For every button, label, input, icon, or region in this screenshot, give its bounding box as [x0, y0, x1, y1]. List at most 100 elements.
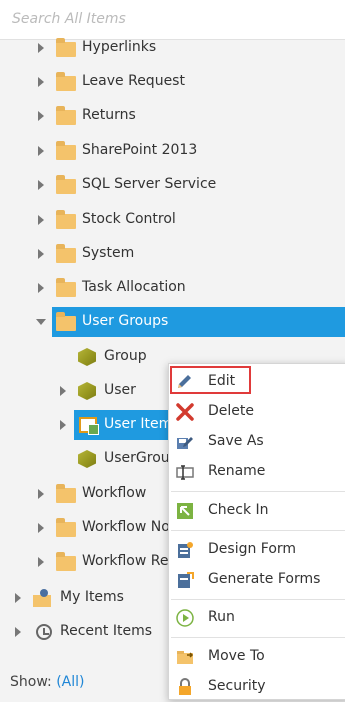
show-label: Show:	[10, 674, 52, 690]
expand-arrow-icon[interactable]	[38, 111, 44, 121]
tree-item-group[interactable]: Group	[0, 342, 168, 372]
expand-arrow-icon[interactable]	[60, 420, 66, 430]
expand-arrow-icon[interactable]	[38, 77, 44, 87]
run-icon	[176, 609, 194, 627]
menu-item-label: Delete	[208, 403, 254, 419]
folder-icon	[56, 38, 76, 57]
expand-arrow-icon[interactable]	[38, 43, 44, 53]
folder-icon	[56, 141, 76, 160]
collapse-arrow-icon[interactable]	[36, 319, 46, 325]
tree-item-label: Stock Control	[82, 211, 176, 227]
tree-item-sharepoint-2013[interactable]: SharePoint 2013	[0, 136, 345, 166]
tree-item-recent-items[interactable]: Recent Items	[0, 617, 168, 647]
menu-separator	[171, 637, 345, 638]
expand-arrow-icon[interactable]	[38, 215, 44, 225]
menu-item-move-to[interactable]: Move To	[169, 642, 345, 672]
tree-item-user-groups[interactable]: User Groups	[0, 307, 345, 337]
menu-separator	[171, 530, 345, 531]
expand-arrow-icon[interactable]	[60, 386, 66, 396]
tree-item-label: Hyperlinks	[82, 39, 157, 55]
menu-item-check-in[interactable]: Check In	[169, 496, 345, 526]
folder-icon	[56, 518, 76, 537]
tree-item-label: Group	[104, 348, 147, 364]
tree-item-stock-control[interactable]: Stock Control	[0, 205, 345, 235]
folder-icon	[56, 278, 76, 297]
smartobject-cube-icon	[78, 450, 96, 468]
expand-arrow-icon[interactable]	[15, 627, 21, 637]
tree-item-label: Leave Request	[82, 73, 185, 89]
folder-icon	[56, 484, 76, 503]
tree-item-label: User	[104, 382, 136, 398]
expand-arrow-icon[interactable]	[15, 593, 21, 603]
tree-item-sql-server-service[interactable]: SQL Server Service	[0, 170, 345, 200]
menu-item-label: Move To	[208, 648, 265, 664]
tree-item-label: Task Allocation	[82, 279, 186, 295]
design-form-icon	[178, 542, 193, 558]
tree-item-system[interactable]: System	[0, 239, 345, 269]
tree-item-usergroups[interactable]: UserGroups	[0, 444, 168, 474]
folder-icon	[56, 552, 76, 571]
tree-item-label: Returns	[82, 107, 136, 123]
tree-item-label: SQL Server Service	[82, 176, 217, 192]
tree-item-task-allocation[interactable]: Task Allocation	[0, 273, 345, 303]
show-filter-link[interactable]: (All)	[56, 674, 84, 690]
expand-arrow-icon[interactable]	[38, 146, 44, 156]
expand-arrow-icon[interactable]	[38, 180, 44, 190]
check-in-icon	[177, 503, 193, 519]
menu-item-label: Check In	[208, 502, 269, 518]
tree-item-hyperlinks[interactable]: Hyperlinks	[0, 33, 345, 63]
move-to-icon	[177, 651, 194, 664]
folder-icon	[56, 312, 76, 331]
tree-item-workflow-reports[interactable]: Workflow Reports	[0, 547, 168, 577]
tree-item-label: Workflow Reports	[82, 553, 168, 569]
menu-item-design-form[interactable]: Design Form	[169, 535, 345, 565]
smartobject-cube-icon	[78, 348, 96, 366]
context-menu: Edit Delete Save As Rename Check In Desi…	[168, 363, 345, 700]
tree-item-label: My Items	[60, 589, 124, 605]
folder-icon	[56, 210, 76, 229]
my-items-icon	[33, 589, 53, 607]
menu-item-security[interactable]: Security	[169, 672, 345, 702]
show-filter: Show: (All)	[10, 674, 84, 690]
tree-item-workflow[interactable]: Workflow	[0, 479, 168, 509]
menu-item-label: Save As	[208, 433, 264, 449]
tree-item-label: User Items	[104, 416, 168, 432]
clock-icon	[36, 624, 52, 640]
generate-forms-icon	[178, 572, 194, 588]
expand-arrow-icon[interactable]	[38, 249, 44, 259]
menu-separator	[171, 599, 345, 600]
menu-item-edit[interactable]: Edit	[169, 367, 345, 397]
menu-separator	[171, 491, 345, 492]
expand-arrow-icon[interactable]	[38, 557, 44, 567]
tree-item-label: SharePoint 2013	[82, 142, 198, 158]
tree-item-user-items[interactable]: User Items	[0, 410, 168, 440]
pencil-icon	[178, 375, 191, 388]
menu-item-label: Generate Forms	[208, 571, 321, 587]
tree-item-label: User Groups	[82, 313, 169, 329]
tree-item-leave-request[interactable]: Leave Request	[0, 67, 345, 97]
menu-item-generate-forms[interactable]: Generate Forms	[169, 565, 345, 595]
tree-item-user[interactable]: User	[0, 376, 168, 406]
expand-arrow-icon[interactable]	[38, 283, 44, 293]
tree-item-my-items[interactable]: My Items	[0, 583, 168, 613]
tree-item-label: UserGroups	[104, 450, 168, 466]
tree-item-label: Workflow Notifications	[82, 519, 168, 535]
folder-icon	[56, 244, 76, 263]
menu-item-delete[interactable]: Delete	[169, 397, 345, 427]
menu-item-rename[interactable]: Rename	[169, 457, 345, 487]
tree-item-workflow-notifications[interactable]: Workflow Notifications	[0, 513, 168, 543]
menu-item-label: Design Form	[208, 541, 297, 557]
folder-icon	[56, 175, 76, 194]
tree-item-label: Recent Items	[60, 623, 152, 639]
menu-item-save-as[interactable]: Save As	[169, 427, 345, 457]
tree-item-label: Workflow	[82, 485, 147, 501]
expand-arrow-icon[interactable]	[38, 523, 44, 533]
save-as-icon	[177, 437, 193, 449]
menu-item-run[interactable]: Run	[169, 603, 345, 633]
rename-icon	[176, 465, 194, 480]
folder-icon	[56, 106, 76, 125]
tree-item-returns[interactable]: Returns	[0, 101, 345, 131]
menu-item-label: Edit	[208, 373, 236, 389]
expand-arrow-icon[interactable]	[38, 489, 44, 499]
lock-icon	[179, 678, 191, 695]
